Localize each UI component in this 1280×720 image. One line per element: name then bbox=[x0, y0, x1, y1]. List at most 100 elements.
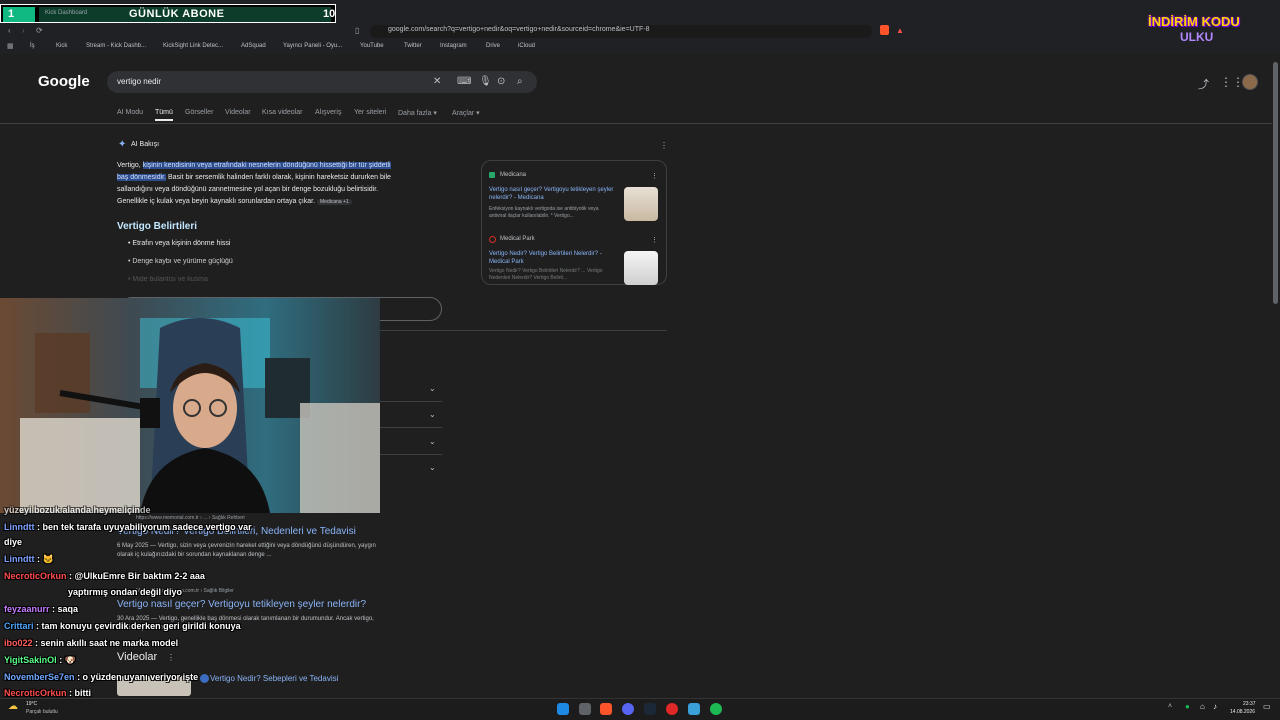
tab-videos[interactable]: Videolar bbox=[225, 109, 251, 116]
spotify-icon[interactable] bbox=[710, 703, 722, 715]
chat-text: yüzeyi bozuk alanda heyme içinde bbox=[4, 505, 151, 515]
network-icon[interactable]: ⌂ bbox=[1200, 702, 1205, 711]
source-desc: Enfeksiyon kaynaklı vertigoda ise antibi… bbox=[489, 206, 599, 219]
chat-username[interactable]: Linndtt bbox=[4, 554, 35, 564]
task-view-icon[interactable] bbox=[579, 703, 591, 715]
volume-icon[interactable]: ♪ bbox=[1213, 702, 1217, 711]
obs-icon[interactable] bbox=[666, 703, 678, 715]
result-title[interactable]: Vertigo nasıl geçer? Vertigoyu tetikleye… bbox=[117, 599, 366, 610]
brave-shield-icon[interactable] bbox=[880, 25, 889, 35]
accordion-divider bbox=[380, 401, 442, 402]
tab-more[interactable]: Daha fazla ▾ bbox=[398, 109, 437, 117]
ai-line-4: Genellikle iç kulak veya beyin kaynaklı … bbox=[117, 196, 437, 208]
chat-message: diye bbox=[4, 537, 22, 547]
bookmark-kicksight[interactable]: KickSight Link Detec... bbox=[163, 43, 223, 49]
discord-icon[interactable] bbox=[622, 703, 634, 715]
windows-taskbar bbox=[0, 698, 1280, 720]
lens-icon[interactable]: ⊙ bbox=[497, 76, 505, 87]
weather-desc[interactable]: Parçalı bulutlu bbox=[26, 709, 58, 715]
tray-chevron-icon[interactable]: ˄ bbox=[1168, 703, 1172, 710]
source-chip[interactable]: Medicana +1 bbox=[317, 199, 352, 205]
tab-places[interactable]: Yer siteleri bbox=[354, 109, 386, 116]
google-apps-icon[interactable]: ⋮⋮ bbox=[1220, 75, 1244, 89]
bookmark-page-icon[interactable]: ▯ bbox=[355, 26, 359, 35]
bullet-text: Denge kaybı ve yürüme güçlüğü bbox=[132, 258, 233, 265]
brave-icon[interactable] bbox=[600, 703, 612, 715]
chat-text: : ben tek tarafa uyuyabiliyorum sadece v… bbox=[37, 522, 252, 532]
bookmark-twitter[interactable]: Twitter bbox=[404, 43, 422, 49]
chat-username[interactable]: ibo022 bbox=[4, 638, 33, 648]
chat-username[interactable]: Linndtt bbox=[4, 522, 35, 532]
source-thumbnail[interactable] bbox=[624, 187, 658, 221]
chevron-down-icon[interactable]: ⌄ bbox=[429, 384, 436, 393]
weather-icon[interactable]: ☁ bbox=[8, 701, 18, 712]
tab-shopping[interactable]: Alışveriş bbox=[315, 109, 341, 116]
chevron-down-icon[interactable]: ⌄ bbox=[429, 463, 436, 472]
tab-tools[interactable]: Araçlar ▾ bbox=[452, 109, 480, 117]
chat-message: yaptırmış ondan değil diyo bbox=[68, 587, 182, 597]
chat-username[interactable]: Crittari bbox=[4, 621, 34, 631]
search-input[interactable]: vertigo nedir bbox=[117, 77, 161, 86]
result-desc-1: 6 May 2025 — Vertigo, sizin veya çevreni… bbox=[117, 543, 376, 549]
bookmark-yayinci[interactable]: Yayıncı Paneli - Oyu... bbox=[283, 43, 342, 49]
tab-ai-mode[interactable]: AI Modu bbox=[117, 109, 143, 116]
weather-temp[interactable]: 19°C bbox=[26, 701, 37, 707]
notification-icon[interactable]: ▭ bbox=[1263, 702, 1271, 711]
app-icon[interactable] bbox=[688, 703, 700, 715]
chat-username[interactable]: NecroticOrkun bbox=[4, 571, 67, 581]
apps-grid-icon[interactable]: ▦ bbox=[7, 42, 14, 50]
ai-line-2: baş dönmesidir. Basit bir sersemlik hali… bbox=[117, 172, 437, 184]
source-name[interactable]: Medicana bbox=[500, 172, 526, 178]
tab-images[interactable]: Görseller bbox=[185, 109, 213, 116]
tab-all[interactable]: Tümü bbox=[155, 109, 173, 116]
bookmark-youtube[interactable]: YouTube bbox=[360, 43, 384, 49]
reload-icon[interactable]: ⟳ bbox=[36, 26, 43, 35]
promo-code: ULKU bbox=[1180, 30, 1214, 44]
forward-icon[interactable]: › bbox=[22, 26, 25, 35]
scrollbar-thumb[interactable] bbox=[1273, 62, 1278, 304]
search-icon[interactable]: ⌕ bbox=[517, 76, 523, 87]
bookmark-adsquad[interactable]: AdSquad bbox=[241, 43, 266, 49]
back-icon[interactable]: ‹ bbox=[8, 26, 11, 35]
google-logo[interactable]: Google bbox=[38, 73, 90, 90]
tray-app-icon[interactable]: ● bbox=[1185, 702, 1190, 711]
chat-username[interactable]: YigitSakinOl bbox=[4, 655, 57, 665]
steam-icon[interactable] bbox=[644, 703, 656, 715]
chat-username[interactable]: NovemberSe7en bbox=[4, 672, 75, 682]
bookmark-instagram[interactable]: Instagram bbox=[440, 43, 467, 49]
chat-username[interactable]: feyzaanurr bbox=[4, 604, 50, 614]
clock-time[interactable]: 23:37 bbox=[1243, 701, 1256, 707]
rewards-icon[interactable]: ▲ bbox=[896, 26, 904, 35]
bullet-text: Mide bulantısı ve kusma bbox=[132, 276, 208, 283]
clock-date[interactable]: 14.08.2026 bbox=[1230, 709, 1255, 715]
bookmark-kick[interactable]: Kick bbox=[56, 43, 67, 49]
account-avatar[interactable] bbox=[1242, 74, 1258, 90]
tab-short-videos[interactable]: Kısa videolar bbox=[262, 109, 302, 116]
more-options-icon[interactable]: ⋮ bbox=[651, 236, 658, 244]
keyboard-icon[interactable]: ⌨ bbox=[457, 76, 471, 87]
share-icon[interactable]: ⤴ bbox=[1198, 76, 1209, 92]
bookmark-drive[interactable]: Drive bbox=[486, 43, 500, 49]
source-title[interactable]: Vertigo Nedir? Vertigo Belirtileri Neler… bbox=[489, 250, 617, 266]
chevron-down-icon[interactable]: ⌄ bbox=[429, 437, 436, 446]
search-box[interactable] bbox=[107, 71, 537, 93]
result-site[interactable]: https://www.memorial.com.tr › ... › Sağl… bbox=[136, 515, 245, 521]
daily-subs-overlay: Kick Dashboard 1 GÜNLÜK ABONE 10 bbox=[0, 4, 336, 23]
clear-icon[interactable]: ✕ bbox=[433, 76, 441, 87]
bookmark-icloud[interactable]: iCloud bbox=[518, 43, 535, 49]
more-options-icon[interactable]: ⋮ bbox=[660, 141, 668, 150]
more-options-icon[interactable]: ⋮ bbox=[651, 172, 658, 180]
source-title[interactable]: Vertigo nasıl geçer? Vertigoyu tetikleye… bbox=[489, 186, 617, 202]
start-icon[interactable] bbox=[557, 703, 569, 715]
chevron-down-icon[interactable]: ⌄ bbox=[429, 410, 436, 419]
mic-icon[interactable]: 🎙 bbox=[479, 76, 492, 87]
bookmark-is[interactable]: İş bbox=[30, 43, 35, 49]
source-thumbnail[interactable] bbox=[624, 251, 658, 285]
more-options-icon[interactable]: ⋮ bbox=[167, 653, 175, 662]
video-title[interactable]: Vertigo Nedir? Sebepleri ve Tedavisi bbox=[210, 674, 338, 683]
bookmark-stream[interactable]: Stream - Kick Dashb... bbox=[86, 43, 146, 49]
ai-line-1: Vertigo, kişinin kendisinin veya etrafın… bbox=[117, 160, 437, 172]
source-name[interactable]: Medical Park bbox=[500, 236, 535, 242]
chat-username[interactable]: NecroticOrkun bbox=[4, 688, 67, 698]
url-text[interactable]: google.com/search?q=vertigo+nedir&oq=ver… bbox=[388, 26, 649, 33]
